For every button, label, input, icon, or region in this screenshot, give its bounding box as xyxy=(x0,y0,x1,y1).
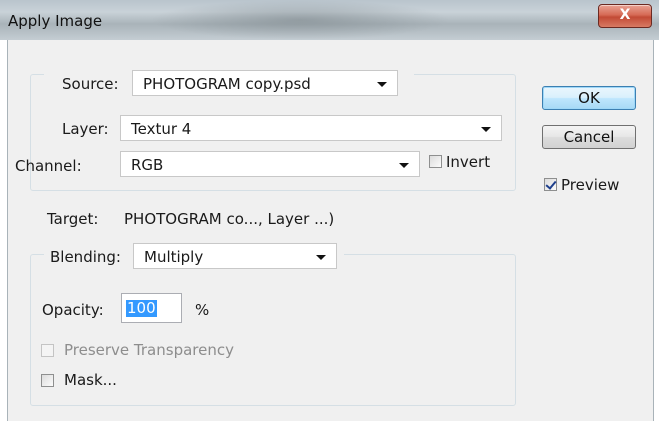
preserve-transparency-checkbox[interactable] xyxy=(41,344,54,357)
blending-label: Blending: xyxy=(50,248,121,266)
layer-select[interactable]: Textur 4 xyxy=(120,115,502,141)
target-value: PHOTOGRAM co..., Layer ...) xyxy=(124,210,335,228)
blending-value: Multiply xyxy=(144,248,204,266)
layer-value: Textur 4 xyxy=(131,120,192,138)
channel-select[interactable]: RGB xyxy=(120,151,420,177)
mask-label[interactable]: Mask... xyxy=(64,371,117,389)
mask-checkbox[interactable] xyxy=(41,374,54,387)
preserve-transparency-label: Preserve Transparency xyxy=(64,341,234,359)
source-label: Source: xyxy=(62,75,119,93)
invert-checkbox[interactable] xyxy=(429,155,442,168)
chevron-down-icon xyxy=(399,163,409,168)
ok-button[interactable]: OK xyxy=(542,86,636,110)
cancel-button[interactable]: Cancel xyxy=(542,125,636,149)
target-label: Target: xyxy=(47,210,99,228)
layer-label: Layer: xyxy=(62,120,109,138)
opacity-input[interactable]: 100 xyxy=(121,293,182,323)
window-title: Apply Image xyxy=(8,12,103,30)
invert-label[interactable]: Invert xyxy=(446,153,490,171)
chevron-down-icon xyxy=(481,127,491,132)
opacity-percent: % xyxy=(195,301,210,319)
opacity-value: 100 xyxy=(126,299,157,317)
preview-label[interactable]: Preview xyxy=(561,176,619,194)
chevron-down-icon xyxy=(316,255,326,260)
close-icon: X xyxy=(619,7,631,23)
chevron-down-icon xyxy=(377,82,387,87)
source-select[interactable]: PHOTOGRAM copy.psd xyxy=(132,70,398,96)
source-value: PHOTOGRAM copy.psd xyxy=(143,75,311,93)
channel-value: RGB xyxy=(131,156,164,174)
title-bar-background xyxy=(150,0,450,40)
opacity-label: Opacity: xyxy=(42,301,104,319)
blending-select[interactable]: Multiply xyxy=(133,243,337,269)
title-bar[interactable]: Apply Image X xyxy=(0,0,659,40)
channel-label: Channel: xyxy=(15,157,82,175)
preview-checkbox[interactable] xyxy=(544,178,557,191)
close-button[interactable]: X xyxy=(598,4,652,28)
